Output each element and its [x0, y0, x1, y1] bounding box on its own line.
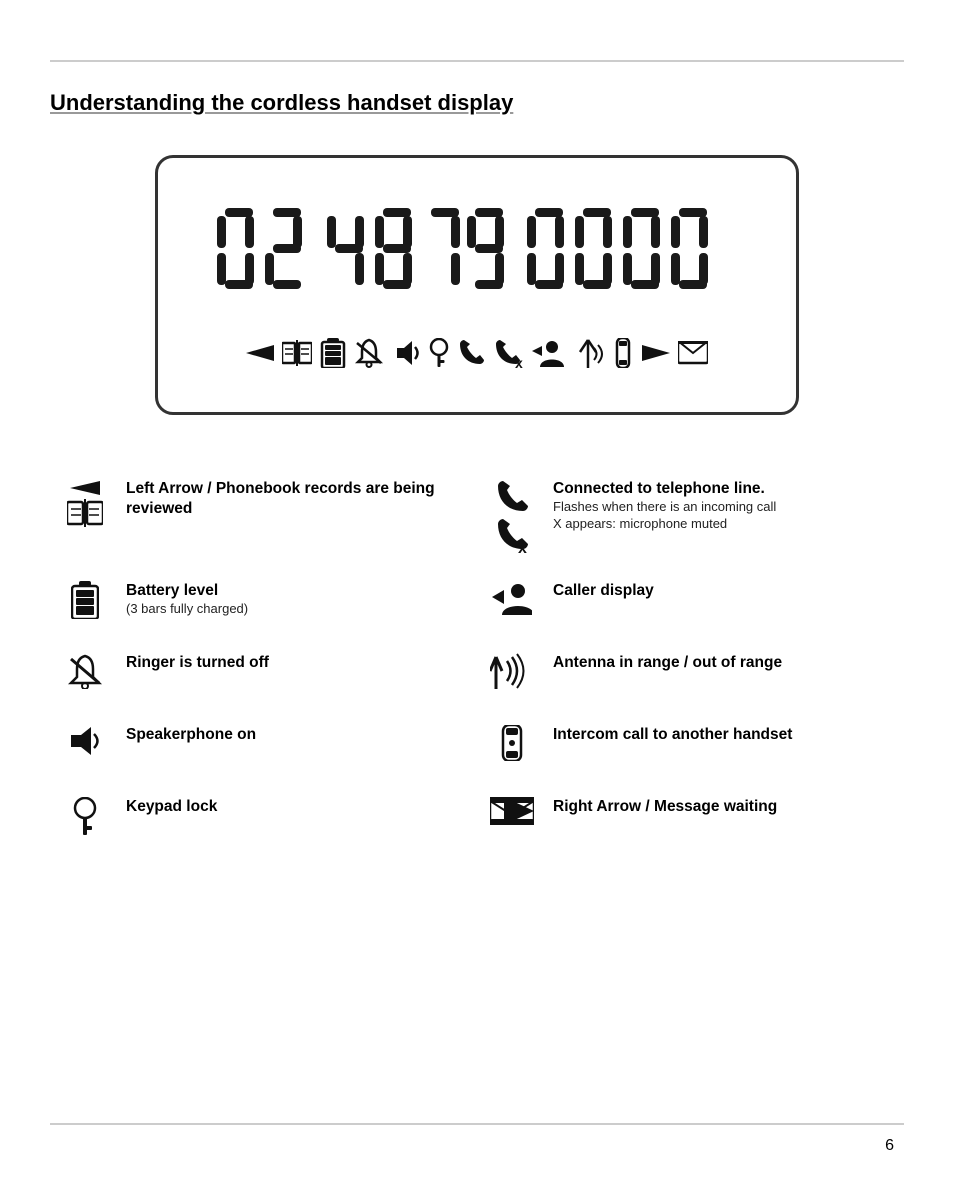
- legend-grid: Left Arrow / Phonebook records are being…: [50, 465, 904, 855]
- legend-item-keypad: Keypad lock: [50, 783, 477, 855]
- phonebook-icon: [67, 499, 103, 527]
- phone-icon: [496, 479, 528, 515]
- lcd-phone-icon: [458, 338, 486, 368]
- legend-text-keypad: Keypad lock: [126, 797, 467, 817]
- battery-icon: [71, 581, 99, 619]
- left-arrow-icon: [70, 479, 100, 497]
- lcd-digits-svg: .seg { fill: #1a1a1a; } .seg-h { fill: #…: [207, 203, 747, 333]
- legend-icon-caller: [487, 581, 537, 615]
- lcd-intercom-icon: [612, 338, 634, 368]
- lcd-right-arrow-icon: [642, 342, 670, 364]
- legend-item-antenna: Antenna in range / out of range: [477, 639, 904, 711]
- muted-phone-icon: x: [496, 517, 528, 553]
- legend-text-ringer: Ringer is turned off: [126, 653, 467, 673]
- legend-title-telephone: Connected to telephone line.: [553, 479, 894, 499]
- legend-text-intercom: Intercom call to another handset: [553, 725, 894, 745]
- legend-title-speaker: Speakerphone on: [126, 725, 467, 745]
- legend-title-battery: Battery level: [126, 581, 467, 601]
- lcd-phonebook-icon: [282, 340, 312, 366]
- page-title: Understanding the cordless handset displ…: [50, 90, 513, 116]
- lcd-battery-icon: [320, 338, 346, 368]
- legend-title-caller: Caller display: [553, 581, 894, 601]
- lcd-display: .seg { fill: #1a1a1a; } .seg-h { fill: #…: [155, 155, 799, 415]
- legend-sub-battery: (3 bars fully charged): [126, 601, 467, 618]
- legend-text-speaker: Speakerphone on: [126, 725, 467, 745]
- lcd-key-icon: [428, 338, 450, 368]
- legend-text-caller: Caller display: [553, 581, 894, 601]
- legend-icon-message: [487, 797, 537, 825]
- message-waiting-icon: [490, 797, 534, 825]
- legend-area: Left Arrow / Phonebook records are being…: [50, 465, 904, 1085]
- legend-sub-telephone-2: X appears: microphone muted: [553, 516, 894, 533]
- bottom-divider: [50, 1123, 904, 1125]
- legend-text-phonebook: Left Arrow / Phonebook records are being…: [126, 479, 467, 519]
- legend-icon-speaker: [60, 725, 110, 757]
- legend-title-keypad: Keypad lock: [126, 797, 467, 817]
- intercom-icon: [499, 725, 525, 761]
- antenna-icon: [490, 653, 534, 689]
- legend-title-phonebook: Left Arrow / Phonebook records are being…: [126, 479, 467, 519]
- legend-title-ringer: Ringer is turned off: [126, 653, 467, 673]
- legend-icon-telephone: x: [487, 479, 537, 553]
- lcd-antenna-icon: [572, 338, 604, 368]
- legend-item-intercom: Intercom call to another handset: [477, 711, 904, 783]
- legend-text-message: Right Arrow / Message waiting: [553, 797, 894, 817]
- legend-icon-battery: [60, 581, 110, 619]
- legend-item-caller: Caller display: [477, 567, 904, 639]
- svg-text:x: x: [518, 540, 527, 553]
- legend-item-speaker: Speakerphone on: [50, 711, 477, 783]
- lcd-ringer-icon: [354, 338, 384, 368]
- legend-icon-antenna: [487, 653, 537, 689]
- lcd-left-arrow-icon: [246, 342, 274, 364]
- legend-item-ringer: Ringer is turned off: [50, 639, 477, 711]
- lcd-caller-icon: [532, 339, 564, 367]
- legend-icon-ringer: [60, 653, 110, 689]
- lcd-muted-phone-icon: x: [494, 338, 524, 368]
- legend-item-battery: Battery level (3 bars fully charged): [50, 567, 477, 639]
- lcd-speaker-icon: [392, 339, 420, 367]
- top-divider: [50, 60, 904, 62]
- lcd-mail-icon: [678, 341, 708, 365]
- legend-title-antenna: Antenna in range / out of range: [553, 653, 894, 673]
- legend-title-intercom: Intercom call to another handset: [553, 725, 894, 745]
- legend-text-telephone: Connected to telephone line. Flashes whe…: [553, 479, 894, 533]
- svg-text:x: x: [515, 355, 523, 368]
- page-number: 6: [885, 1137, 894, 1155]
- legend-text-battery: Battery level (3 bars fully charged): [126, 581, 467, 618]
- legend-text-antenna: Antenna in range / out of range: [553, 653, 894, 673]
- legend-item-phonebook: Left Arrow / Phonebook records are being…: [50, 465, 477, 567]
- caller-icon: [492, 581, 532, 615]
- legend-sub-telephone-1: Flashes when there is an incoming call: [553, 499, 894, 516]
- legend-icon-phonebook: [60, 479, 110, 527]
- legend-icon-intercom: [487, 725, 537, 761]
- legend-item-telephone: x Connected to telephone line. Flashes w…: [477, 465, 904, 567]
- ringer-off-icon: [67, 653, 103, 689]
- legend-icon-keypad: [60, 797, 110, 835]
- key-icon: [72, 797, 98, 835]
- legend-item-message: Right Arrow / Message waiting: [477, 783, 904, 855]
- speaker-icon: [67, 725, 103, 757]
- lcd-digits-row: .seg { fill: #1a1a1a; } .seg-h { fill: #…: [207, 203, 747, 333]
- legend-title-message: Right Arrow / Message waiting: [553, 797, 894, 817]
